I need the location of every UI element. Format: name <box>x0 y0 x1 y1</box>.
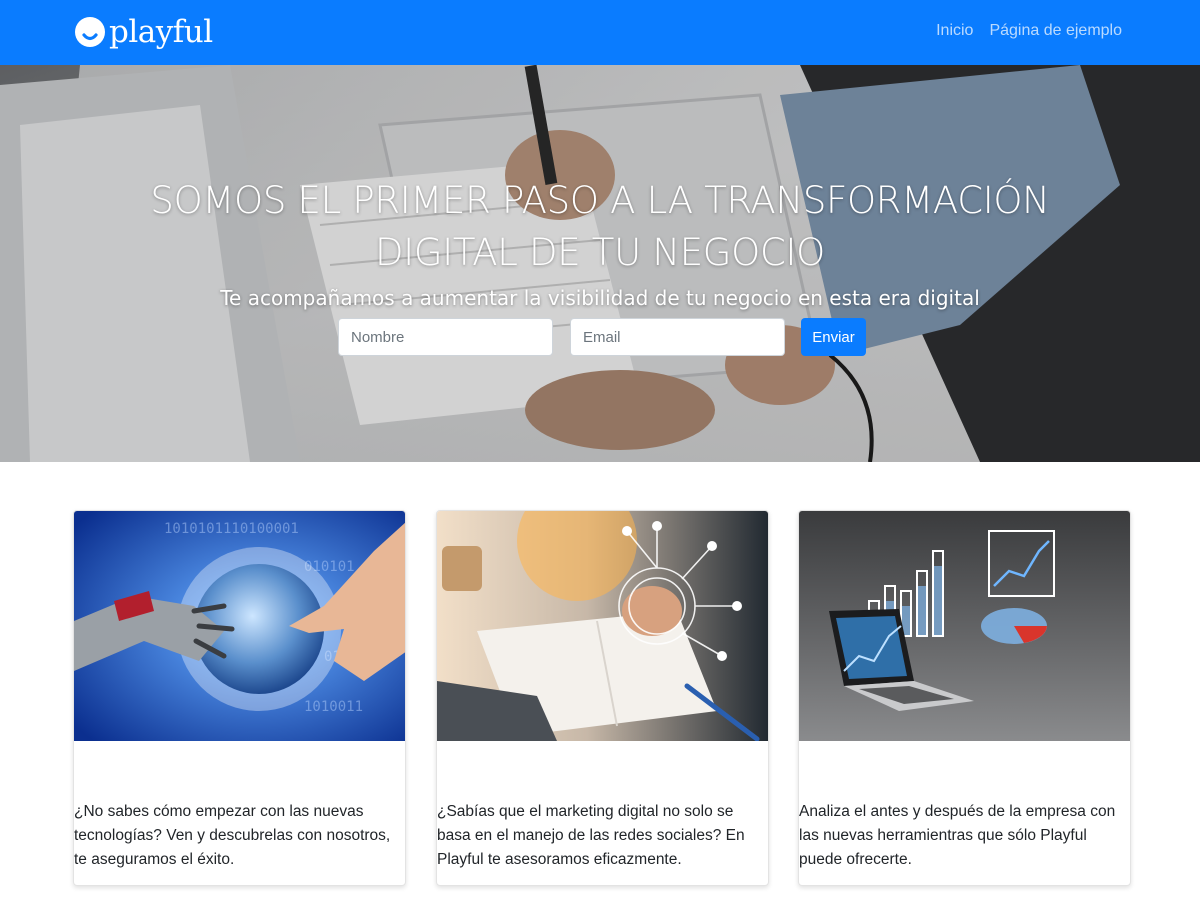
brand-link[interactable]: playful <box>74 12 213 52</box>
email-input[interactable] <box>570 318 785 356</box>
main-nav: Inicio Página de ejemplo <box>936 22 1122 40</box>
feature-card-marketing: ¿Sabías que el marketing digital no solo… <box>436 510 769 886</box>
signup-form: Enviar <box>338 318 866 356</box>
digital-marketing-desk-image <box>437 511 768 741</box>
send-button[interactable]: Enviar <box>801 318 866 356</box>
nav-link-inicio[interactable]: Inicio <box>936 22 973 40</box>
playful-logo-icon <box>75 17 105 47</box>
hero-subtitle: Te acompañamos a aumentar la visibilidad… <box>220 286 980 310</box>
card-text: ¿No sabes cómo empezar con las nuevas te… <box>74 803 391 868</box>
svg-text:1010101110100001: 1010101110100001 <box>164 521 299 537</box>
hero-title: SOMOS EL PRIMER PASO A LA TRANSFORMACIÓN… <box>150 179 1050 274</box>
top-navbar: playful Inicio Página de ejemplo <box>0 0 1200 65</box>
svg-text:1010011: 1010011 <box>304 699 363 715</box>
hero-section: SOMOS EL PRIMER PASO A LA TRANSFORMACIÓN… <box>0 65 1200 462</box>
card-text: Analiza el antes y después de la empresa… <box>799 803 1116 868</box>
name-input[interactable] <box>338 318 553 356</box>
card-text: ¿Sabías que el marketing digital no solo… <box>437 803 745 868</box>
brand-name: playful <box>109 14 213 50</box>
feature-card-technology: 1010101110100001 010101 0101010 1010011 … <box>73 510 406 886</box>
robot-human-hand-image: 1010101110100001 010101 0101010 1010011 <box>74 511 405 741</box>
nav-link-pagina-ejemplo[interactable]: Página de ejemplo <box>989 22 1122 40</box>
feature-card-analytics: Analiza el antes y después de la empresa… <box>798 510 1131 886</box>
laptop-charts-image <box>799 511 1130 741</box>
